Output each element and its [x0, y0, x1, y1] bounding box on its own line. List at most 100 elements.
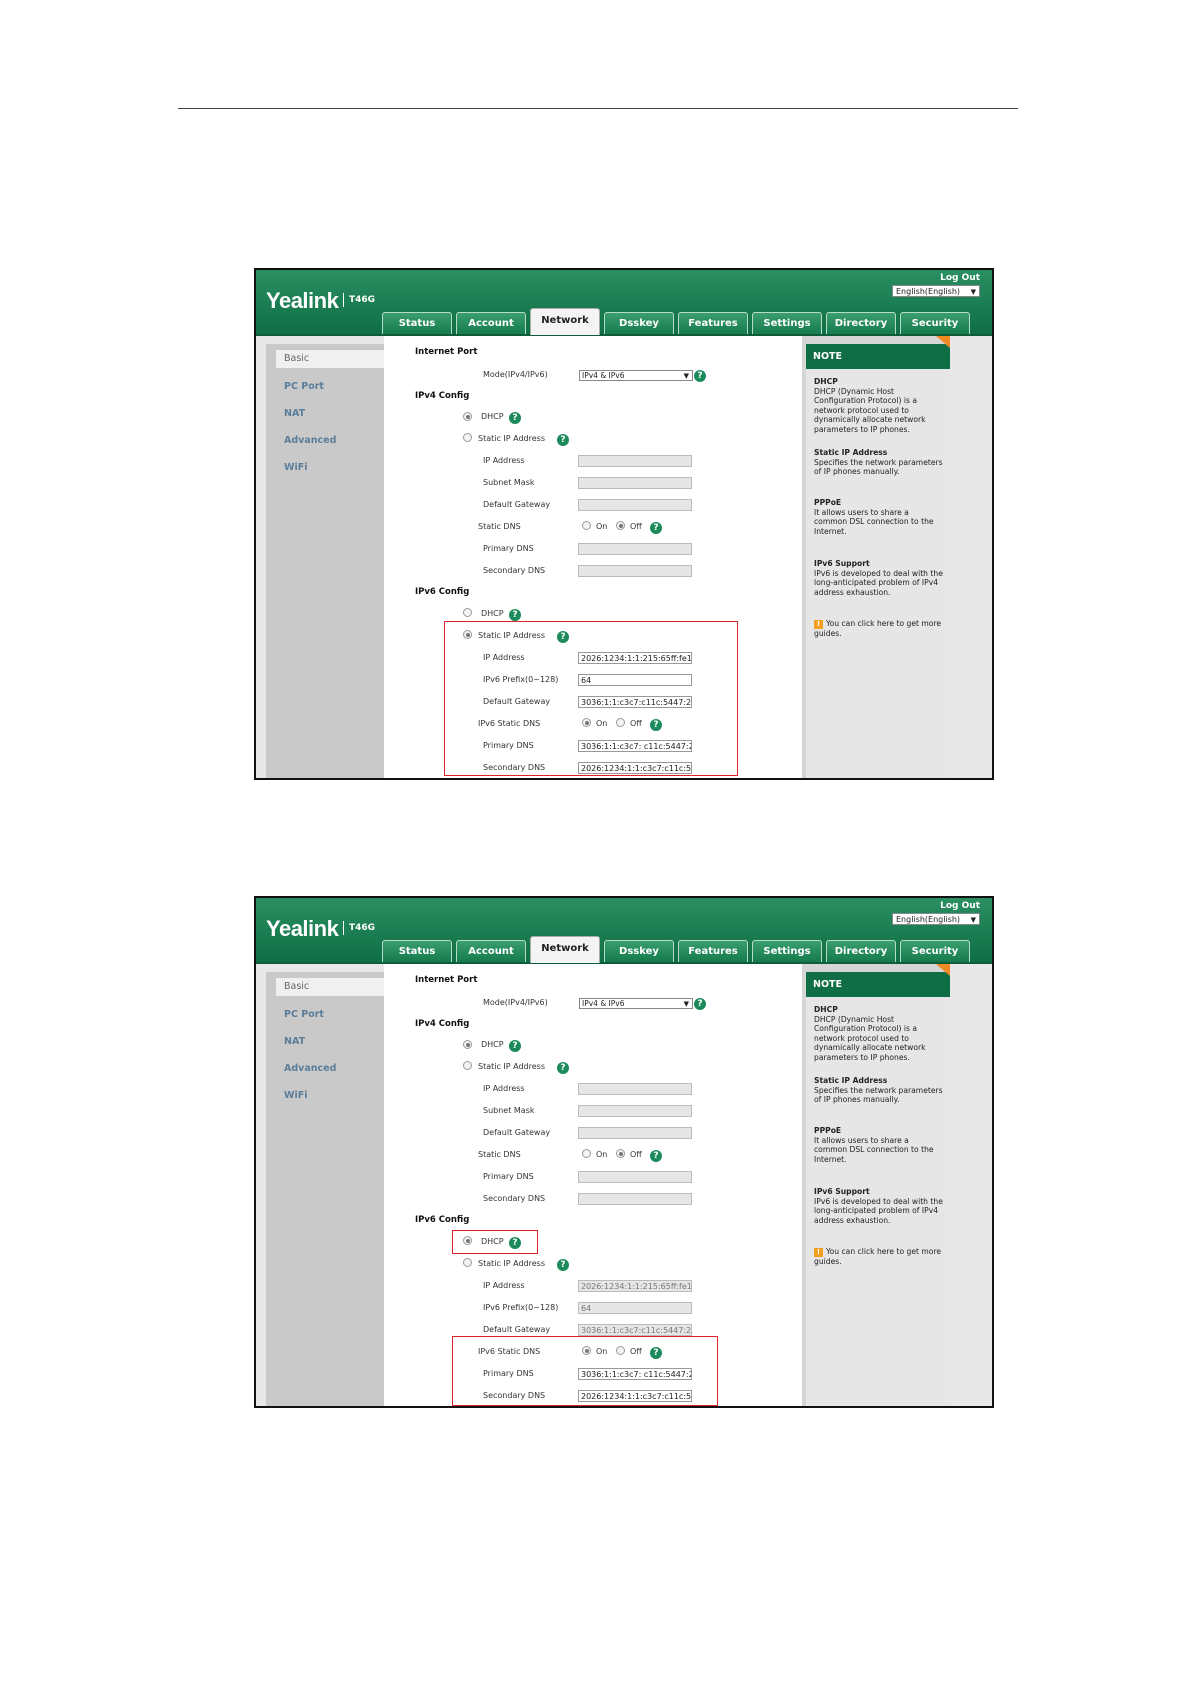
ipv4-static-radio[interactable] [463, 433, 472, 442]
tab-account[interactable]: Account [456, 312, 526, 334]
sidebar-item-wifi[interactable]: WiFi [284, 462, 307, 473]
help-icon[interactable]: ? [694, 370, 706, 382]
ipv4-static-label: Static IP Address [478, 1062, 546, 1071]
sidebar-item-nat[interactable]: NAT [284, 408, 305, 419]
note-ipv6-text: IPv6 is developed to deal with the long-… [814, 1196, 943, 1225]
sidebar-item-basic[interactable]: Basic [276, 978, 384, 996]
note-ipv6-title: IPv6 Support [814, 559, 870, 568]
note-ipv6-text: IPv6 is developed to deal with the long-… [814, 568, 943, 597]
ipv4-primary-dns-input[interactable] [578, 543, 692, 555]
ipv4-primary-dns-input[interactable] [578, 1171, 692, 1183]
ipv4-ip-input[interactable] [578, 455, 692, 467]
tab-status[interactable]: Status [382, 940, 452, 962]
note-pppoe-text: It allows users to share a common DSL co… [814, 1135, 934, 1164]
ipv4-gateway-label: Default Gateway [483, 1128, 551, 1137]
ipv4-subnet-input[interactable] [578, 1105, 692, 1117]
dropdown-arrow-icon: ▼ [970, 916, 976, 924]
model-label: T46G [343, 921, 375, 935]
note-pppoe-text: It allows users to share a common DSL co… [814, 507, 934, 536]
ipv6-static-radio[interactable] [463, 1258, 472, 1267]
note-dhcp-title: DHCP [814, 377, 838, 386]
ipv4-dhcp-radio[interactable] [463, 412, 472, 421]
ipv4-dhcp-label: DHCP [481, 412, 504, 421]
help-icon[interactable]: ? [509, 412, 521, 424]
ipv4-subnet-input[interactable] [578, 477, 692, 489]
note-guide-text: You can click here to get more guides. [814, 1247, 942, 1266]
tab-settings[interactable]: Settings [752, 940, 822, 962]
tab-network[interactable]: Network [530, 308, 600, 335]
ipv6-dhcp-radio[interactable] [463, 608, 472, 617]
ipv4-dns-off-radio[interactable] [616, 521, 625, 530]
help-icon[interactable]: ? [650, 1150, 662, 1162]
ipv6-dhcp-label: DHCP [481, 609, 504, 618]
sidebar-item-pc-port[interactable]: PC Port [284, 381, 324, 392]
note-static-title: Static IP Address [814, 448, 888, 457]
mode-select[interactable]: IPv4 & IPv6 ▼ [579, 370, 693, 381]
internet-port-heading: Internet Port [415, 347, 478, 357]
main-form: Internet Port Mode(IPv4/IPv6) IPv4 & IPv… [384, 336, 802, 778]
tab-network[interactable]: Network [530, 936, 600, 963]
help-icon[interactable]: ? [509, 1040, 521, 1052]
internet-port-heading: Internet Port [415, 975, 478, 985]
ipv4-gateway-input[interactable] [578, 499, 692, 511]
ipv6-config-heading: IPv6 Config [415, 587, 470, 597]
tab-dsskey[interactable]: Dsskey [604, 940, 674, 962]
ipv4-dns-on-radio[interactable] [582, 1149, 591, 1158]
help-icon[interactable]: ? [557, 434, 569, 446]
tab-security[interactable]: Security [900, 312, 970, 334]
logout-link[interactable]: Log Out [940, 273, 980, 283]
language-select[interactable]: English(English) ▼ [892, 285, 980, 297]
mode-select[interactable]: IPv4 & IPv6 ▼ [579, 998, 693, 1009]
sidebar-item-wifi[interactable]: WiFi [284, 1090, 307, 1101]
tab-settings[interactable]: Settings [752, 312, 822, 334]
note-guide-link[interactable]: ! You can click here to get more guides. [814, 619, 944, 638]
logout-link[interactable]: Log Out [940, 901, 980, 911]
tab-features[interactable]: Features [678, 312, 748, 334]
ipv4-static-dns-label: Static DNS [478, 522, 521, 531]
ipv4-dhcp-label: DHCP [481, 1040, 504, 1049]
ipv6-ip-input[interactable]: 2026:1234:1:1:215:65ff:fe1 [578, 1280, 692, 1292]
tab-dsskey[interactable]: Dsskey [604, 312, 674, 334]
sidebar-item-advanced[interactable]: Advanced [284, 1063, 336, 1074]
ipv4-secondary-dns-input[interactable] [578, 565, 692, 577]
sidebar: Basic PC Port NAT Advanced WiFi [266, 344, 384, 778]
ipv4-subnet-label: Subnet Mask [483, 478, 535, 487]
tab-directory[interactable]: Directory [826, 940, 896, 962]
ipv4-dns-on-radio[interactable] [582, 521, 591, 530]
help-icon[interactable]: ? [557, 1062, 569, 1074]
tab-features[interactable]: Features [678, 940, 748, 962]
help-icon[interactable]: ? [694, 998, 706, 1010]
screenshot-static-ipv6: Yealink T46G Log Out English(English) ▼ S… [254, 268, 994, 780]
ipv4-dhcp-radio[interactable] [463, 1040, 472, 1049]
guide-icon: ! [814, 619, 823, 629]
page-top-rule [178, 108, 1018, 109]
ipv4-dns-off-radio[interactable] [616, 1149, 625, 1158]
tab-directory[interactable]: Directory [826, 312, 896, 334]
help-icon[interactable]: ? [557, 1259, 569, 1271]
tab-security[interactable]: Security [900, 940, 970, 962]
tab-status[interactable]: Status [382, 312, 452, 334]
sidebar-item-nat[interactable]: NAT [284, 1036, 305, 1047]
ipv4-ip-input[interactable] [578, 1083, 692, 1095]
ipv6-prefix-input[interactable]: 64 [578, 1302, 692, 1314]
sidebar-item-pc-port[interactable]: PC Port [284, 1009, 324, 1020]
highlight-box [444, 621, 738, 776]
language-select[interactable]: English(English) ▼ [892, 913, 980, 925]
ipv4-static-radio[interactable] [463, 1061, 472, 1070]
note-body: DHCP DHCP (Dynamic Host Configuration Pro… [806, 369, 950, 778]
ipv4-secondary-dns-input[interactable] [578, 1193, 692, 1205]
note-static-title: Static IP Address [814, 1076, 888, 1085]
help-icon[interactable]: ? [509, 609, 521, 621]
sidebar-item-advanced[interactable]: Advanced [284, 435, 336, 446]
dropdown-arrow-icon: ▼ [970, 288, 976, 296]
tab-account[interactable]: Account [456, 940, 526, 962]
ipv4-dns-on-label: On [596, 1150, 608, 1159]
ipv6-gateway-input[interactable]: 3036:1:1:c3c7:c11c:5447:2 [578, 1324, 692, 1336]
header-bar: Yealink T46G Log Out English(English) ▼ S… [256, 270, 992, 336]
ipv6-gateway-label: Default Gateway [483, 1325, 551, 1334]
note-guide-link[interactable]: ! You can click here to get more guides. [814, 1247, 944, 1266]
help-icon[interactable]: ? [650, 522, 662, 534]
ipv4-gateway-input[interactable] [578, 1127, 692, 1139]
sidebar-item-basic[interactable]: Basic [276, 350, 384, 368]
note-pppoe: PPPoE It allows users to share a common D… [814, 498, 944, 536]
